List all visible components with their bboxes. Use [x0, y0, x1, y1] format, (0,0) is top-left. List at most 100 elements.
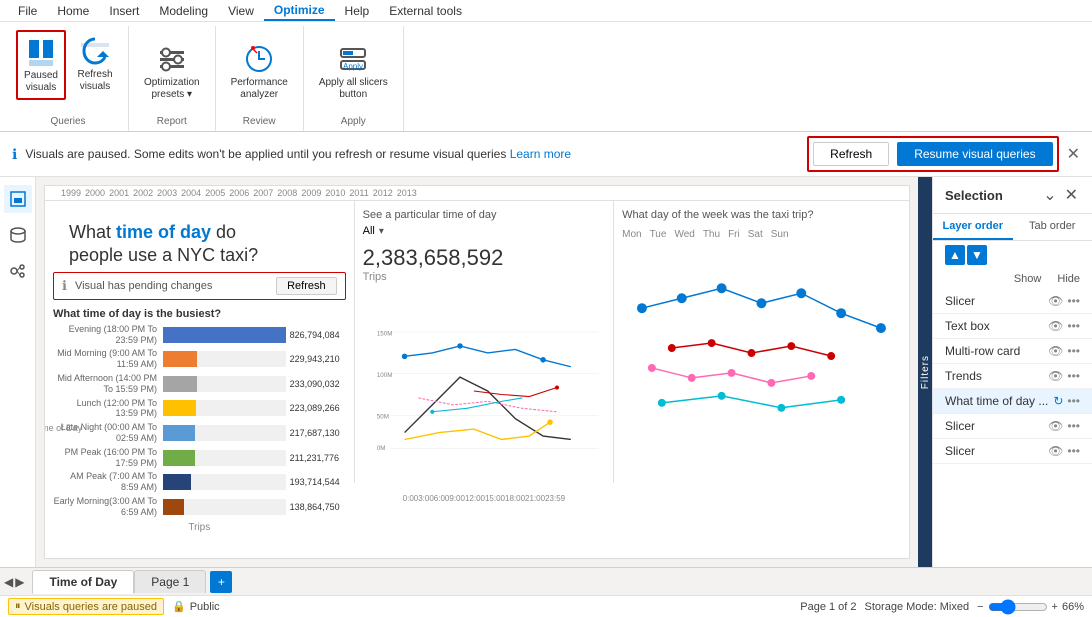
eye-icon-2: 👁	[1048, 319, 1063, 333]
performance-analyzer-button[interactable]: Performanceanalyzer	[224, 38, 295, 106]
page-nav-left[interactable]: ◀	[4, 575, 13, 589]
ribbon-group-apply: Apply Apply all slicersbutton Apply	[304, 26, 404, 131]
menu-file[interactable]: File	[8, 2, 47, 20]
bar-fill-2	[163, 376, 197, 392]
zoom-plus-button[interactable]: +	[1052, 601, 1058, 613]
page-tabs: ◀ ▶ Time of Day Page 1 +	[0, 567, 1092, 595]
notification-bar: ℹ Visuals are paused. Some edits won't b…	[0, 132, 1092, 177]
bar-value-3: 223,089,266	[286, 403, 346, 413]
bar-fill-3	[163, 400, 196, 416]
report-group-label: Report	[157, 112, 187, 127]
optimization-presets-label: Optimizationpresets ▾	[144, 77, 200, 101]
bar-track-0	[163, 327, 286, 343]
menu-modeling[interactable]: Modeling	[149, 2, 218, 20]
zoom-slider[interactable]	[988, 599, 1048, 615]
more-icon-3[interactable]: •••	[1067, 344, 1080, 358]
add-page-button[interactable]: +	[210, 571, 232, 593]
menu-insert[interactable]: Insert	[99, 2, 149, 20]
eye-icon-3: 👁	[1048, 344, 1063, 358]
bar-fill-0	[163, 327, 286, 343]
page-nav-right[interactable]: ▶	[15, 575, 24, 589]
page-tab-page1[interactable]: Page 1	[134, 570, 206, 593]
bar-track-3	[163, 400, 286, 416]
layer-row-trends[interactable]: Trends 👁•••	[933, 364, 1092, 389]
notification-action-group: Refresh Resume visual queries	[807, 136, 1058, 172]
apply-all-slicers-label: Apply all slicersbutton	[319, 77, 388, 101]
layer-row-slicer1[interactable]: Slicer 👁•••	[933, 289, 1092, 314]
ribbon-group-report: Optimizationpresets ▾ Report	[129, 26, 216, 131]
eye-icon-7: 👁	[1048, 444, 1063, 458]
filters-panel[interactable]: Filters	[918, 177, 932, 567]
bar-chart-title: What time of day is the busiest?	[53, 308, 346, 320]
notification-resume-button[interactable]: Resume visual queries	[897, 142, 1052, 166]
menu-home[interactable]: Home	[47, 2, 99, 20]
center-chart: 150M 100M 50M 0M	[363, 291, 605, 491]
menu-help[interactable]: Help	[335, 2, 380, 20]
center-filter[interactable]: All ▾	[363, 225, 605, 237]
move-up-button[interactable]: ▲	[945, 245, 965, 265]
show-label[interactable]: Show	[1014, 273, 1042, 285]
bar-track-4	[163, 425, 286, 441]
menu-external-tools[interactable]: External tools	[379, 2, 472, 20]
layer-row-multirow[interactable]: Multi-row card 👁•••	[933, 339, 1092, 364]
sidebar-icon-data[interactable]	[4, 221, 32, 249]
layer-row-whattime[interactable]: What time of day ... ↻ •••	[933, 389, 1092, 414]
optimization-presets-button[interactable]: Optimizationpresets ▾	[137, 38, 207, 106]
notification-close-button[interactable]: ✕	[1067, 144, 1080, 164]
learn-more-link[interactable]: Learn more	[510, 147, 571, 161]
bar-row-3: Lunch (12:00 PM To 13:59 PM) 223,089,266	[53, 398, 346, 420]
right-subtitle: What day of the week was the taxi trip?	[622, 209, 901, 221]
selection-header: Selection ⌄ ✕	[933, 177, 1092, 214]
bar-row-2: Mid Afternoon (14:00 PM To 15:59 PM) 233…	[53, 373, 346, 395]
zoom-level-text: 66%	[1062, 601, 1084, 613]
status-left: ⏸ Visuals queries are paused 🔒 Public	[8, 598, 800, 615]
selection-collapse-button[interactable]: ⌄	[1041, 185, 1058, 205]
bar-fill-4	[163, 425, 195, 441]
menu-view[interactable]: View	[218, 2, 264, 20]
svg-text:0M: 0M	[376, 445, 385, 452]
more-icon-2[interactable]: •••	[1067, 319, 1080, 333]
tab-layer-order[interactable]: Layer order	[933, 214, 1013, 240]
selection-controls: ⌄ ✕	[1041, 185, 1080, 205]
status-bar: ⏸ Visuals queries are paused 🔒 Public Pa…	[0, 595, 1092, 617]
more-icon-5[interactable]: •••	[1067, 394, 1080, 408]
canvas-area: 1999 2000 2001 2002 2003 2004 2005 2006 …	[36, 177, 918, 567]
move-down-button[interactable]: ▼	[967, 245, 987, 265]
bar-value-0: 826,794,084	[286, 330, 346, 340]
hide-label[interactable]: Hide	[1057, 273, 1080, 285]
ribbon-group-queries: Pausedvisuals Refreshvisuals Queries	[8, 26, 129, 131]
selection-close-button[interactable]: ✕	[1063, 185, 1080, 205]
menu-optimize[interactable]: Optimize	[264, 1, 335, 21]
page-nav[interactable]: ◀ ▶	[4, 575, 24, 589]
more-icon[interactable]: •••	[1067, 294, 1080, 308]
main-layout: 1999 2000 2001 2002 2003 2004 2005 2006 …	[0, 177, 1092, 567]
trips-label: Trips	[363, 271, 605, 283]
bar-row-7: Early Morning(3:00 AM To 6:59 AM) 138,86…	[53, 496, 346, 518]
layer-row-textbox[interactable]: Text box 👁•••	[933, 314, 1092, 339]
paused-visuals-button[interactable]: Pausedvisuals	[16, 30, 66, 100]
refresh-visuals-button[interactable]: Refreshvisuals	[70, 30, 120, 100]
public-text: Public	[190, 601, 220, 613]
page-tab-time-of-day[interactable]: Time of Day	[32, 570, 134, 594]
sidebar-icon-model[interactable]	[4, 257, 32, 285]
y-axis-label: Time of Day	[44, 423, 82, 433]
bar-value-1: 229,943,210	[286, 354, 346, 364]
show-hide-bar: Show Hide	[933, 269, 1092, 289]
more-icon-4[interactable]: •••	[1067, 369, 1080, 383]
notification-refresh-button[interactable]: Refresh	[813, 142, 889, 166]
more-icon-7[interactable]: •••	[1067, 444, 1080, 458]
status-right: Page 1 of 2 Storage Mode: Mixed − + 66%	[800, 599, 1084, 615]
bar-track-5	[163, 450, 286, 466]
layer-row-slicer2[interactable]: Slicer 👁•••	[933, 414, 1092, 439]
apply-group-label: Apply	[341, 112, 366, 127]
more-icon-6[interactable]: •••	[1067, 419, 1080, 433]
apply-all-slicers-button[interactable]: Apply Apply all slicersbutton	[312, 38, 395, 106]
zoom-control[interactable]: − + 66%	[977, 599, 1084, 615]
layer-row-slicer3[interactable]: Slicer 👁•••	[933, 439, 1092, 464]
bar-row-6: AM Peak (7:00 AM To 8:59 AM) 193,714,544	[53, 471, 346, 493]
tab-tab-order[interactable]: Tab order	[1013, 214, 1092, 240]
sidebar-icon-report[interactable]	[4, 185, 32, 213]
storage-mode-text: Storage Mode: Mixed	[865, 601, 970, 613]
zoom-minus-button[interactable]: −	[977, 601, 983, 613]
pending-refresh-button[interactable]: Refresh	[276, 277, 337, 295]
